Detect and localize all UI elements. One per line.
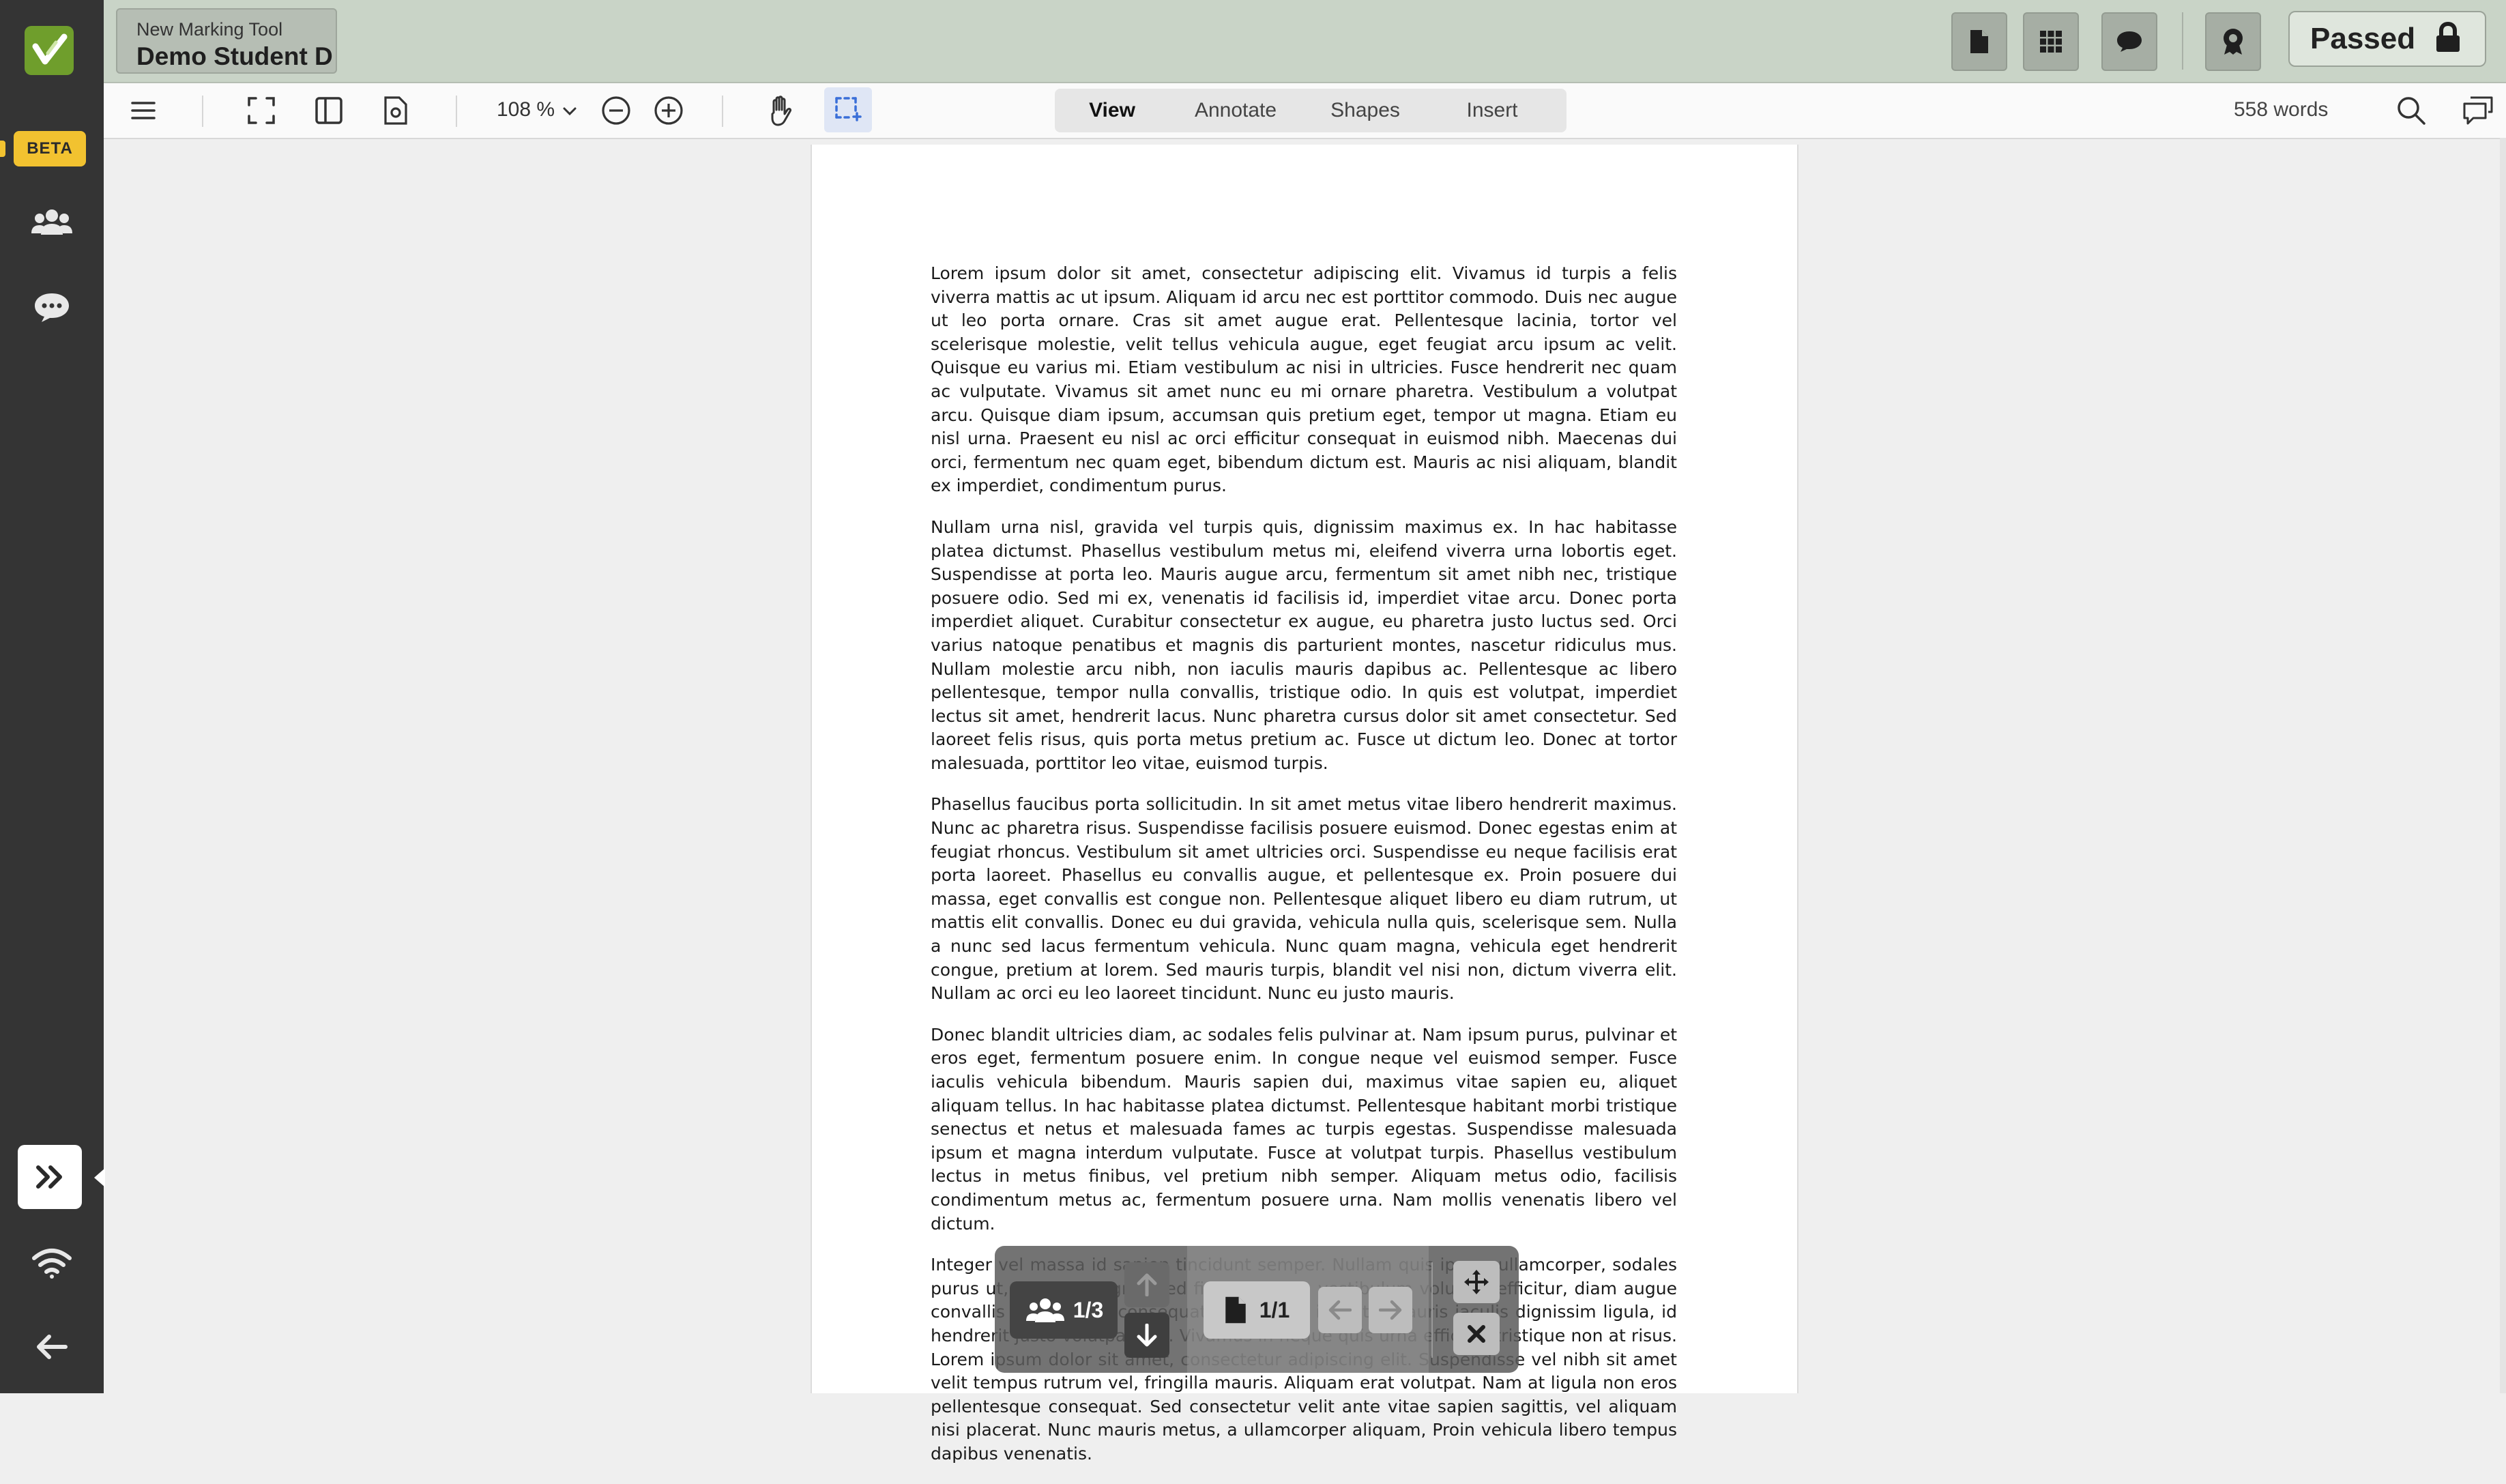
speech-bubble-icon [2117,31,2142,52]
top-header: New Marking Tool Demo Student D Passed [104,0,2506,83]
toolbar-divider [722,96,723,127]
tab-view[interactable]: View [1055,89,1169,132]
document-button[interactable] [1951,12,2007,71]
arrow-up-icon [1137,1273,1157,1296]
navigator-divider [1431,1262,1433,1358]
student-counter: 1/3 [1073,1297,1104,1322]
menu-icon[interactable] [123,90,164,131]
page-counter: 1/1 [1259,1297,1290,1322]
previous-student-button[interactable] [1124,1262,1169,1307]
arrow-down-icon [1137,1324,1157,1347]
student-counter-button[interactable]: 1/3 [1010,1281,1118,1339]
back-arrow-icon[interactable] [25,1320,79,1374]
users-icon [1025,1298,1064,1322]
document-icon [1970,30,1988,53]
zoom-value: 108 % [497,98,555,121]
status-label: Passed [2310,22,2416,55]
toolbar-divider [456,96,457,127]
close-icon [1468,1325,1485,1343]
fullscreen-icon[interactable] [241,90,282,131]
award-button[interactable] [2205,12,2261,71]
mode-tabs: View Annotate Shapes Insert [1055,89,1567,132]
tool-name: New Marking Tool [136,19,283,40]
search-icon[interactable] [2391,90,2432,131]
sidebar-toggle-icon[interactable] [308,90,349,131]
grid-icon [2040,31,2062,53]
tab-insert[interactable]: Insert [1429,89,1556,132]
scrollbar[interactable] [2500,138,2506,1393]
beta-badge: BETA [14,131,86,166]
floating-navigator: 1/3 1/1 [995,1246,1519,1373]
page-counter-button[interactable]: 1/1 [1204,1281,1310,1339]
lock-icon [2434,21,2462,57]
paragraph: Phasellus faucibus porta sollicitudin. I… [931,794,1677,1004]
zoom-out-icon[interactable] [596,90,637,131]
chevron-down-icon [563,98,577,121]
close-navigator-button[interactable] [1453,1313,1500,1355]
paragraph: Nullam urna nisl, gravida vel turpis qui… [931,517,1677,773]
paragraph: Lorem ipsum dolor sit amet, consectetur … [931,263,1677,496]
document-icon [1225,1296,1246,1324]
zoom-in-icon[interactable] [648,90,689,131]
previous-page-button[interactable] [1318,1287,1362,1333]
status-button[interactable]: Passed [2288,11,2486,67]
expand-sidebar-button[interactable] [18,1145,82,1209]
arrow-left-icon [1328,1300,1352,1320]
expand-tip [94,1168,105,1187]
left-sidebar: BETA [0,0,105,1393]
area-select-icon [835,97,862,121]
move-icon [1464,1270,1489,1294]
next-student-button[interactable] [1124,1313,1169,1358]
area-select-button[interactable] [824,87,872,132]
page-settings-icon[interactable] [375,90,416,131]
wifi-icon [25,1236,79,1291]
tab-shapes[interactable]: Shapes [1302,89,1429,132]
users-icon[interactable] [25,195,79,250]
move-navigator-handle[interactable] [1453,1261,1500,1303]
double-chevron-right-icon [36,1165,62,1189]
next-page-button[interactable] [1369,1287,1412,1333]
student-name: Demo Student D [136,42,333,70]
arrow-right-icon [1379,1300,1402,1320]
word-count: 558 words [2234,98,2329,121]
document-page[interactable]: Lorem ipsum dolor sit amet, consectetur … [811,145,1798,1464]
grid-button[interactable] [2023,12,2079,71]
pan-hand-icon[interactable] [760,90,801,131]
comments-button[interactable] [2101,12,2157,71]
document-toolbar: 108 % View Annotate Shapes Insert 558 wo… [104,83,2506,139]
toolbar-divider [202,96,203,127]
tab-annotate[interactable]: Annotate [1169,89,1302,132]
zoom-dropdown[interactable]: 108 % [497,98,577,121]
header-divider [2182,12,2183,70]
assignment-title-box: New Marking Tool Demo Student D [116,8,337,74]
chat-icon[interactable] [25,280,79,334]
beta-marker [0,141,5,157]
logo-icon[interactable] [25,26,74,75]
award-icon [2224,29,2243,55]
paragraph: Donec blandit ultricies diam, ac sodales… [931,1024,1677,1234]
comments-panel-icon[interactable] [2458,90,2498,131]
